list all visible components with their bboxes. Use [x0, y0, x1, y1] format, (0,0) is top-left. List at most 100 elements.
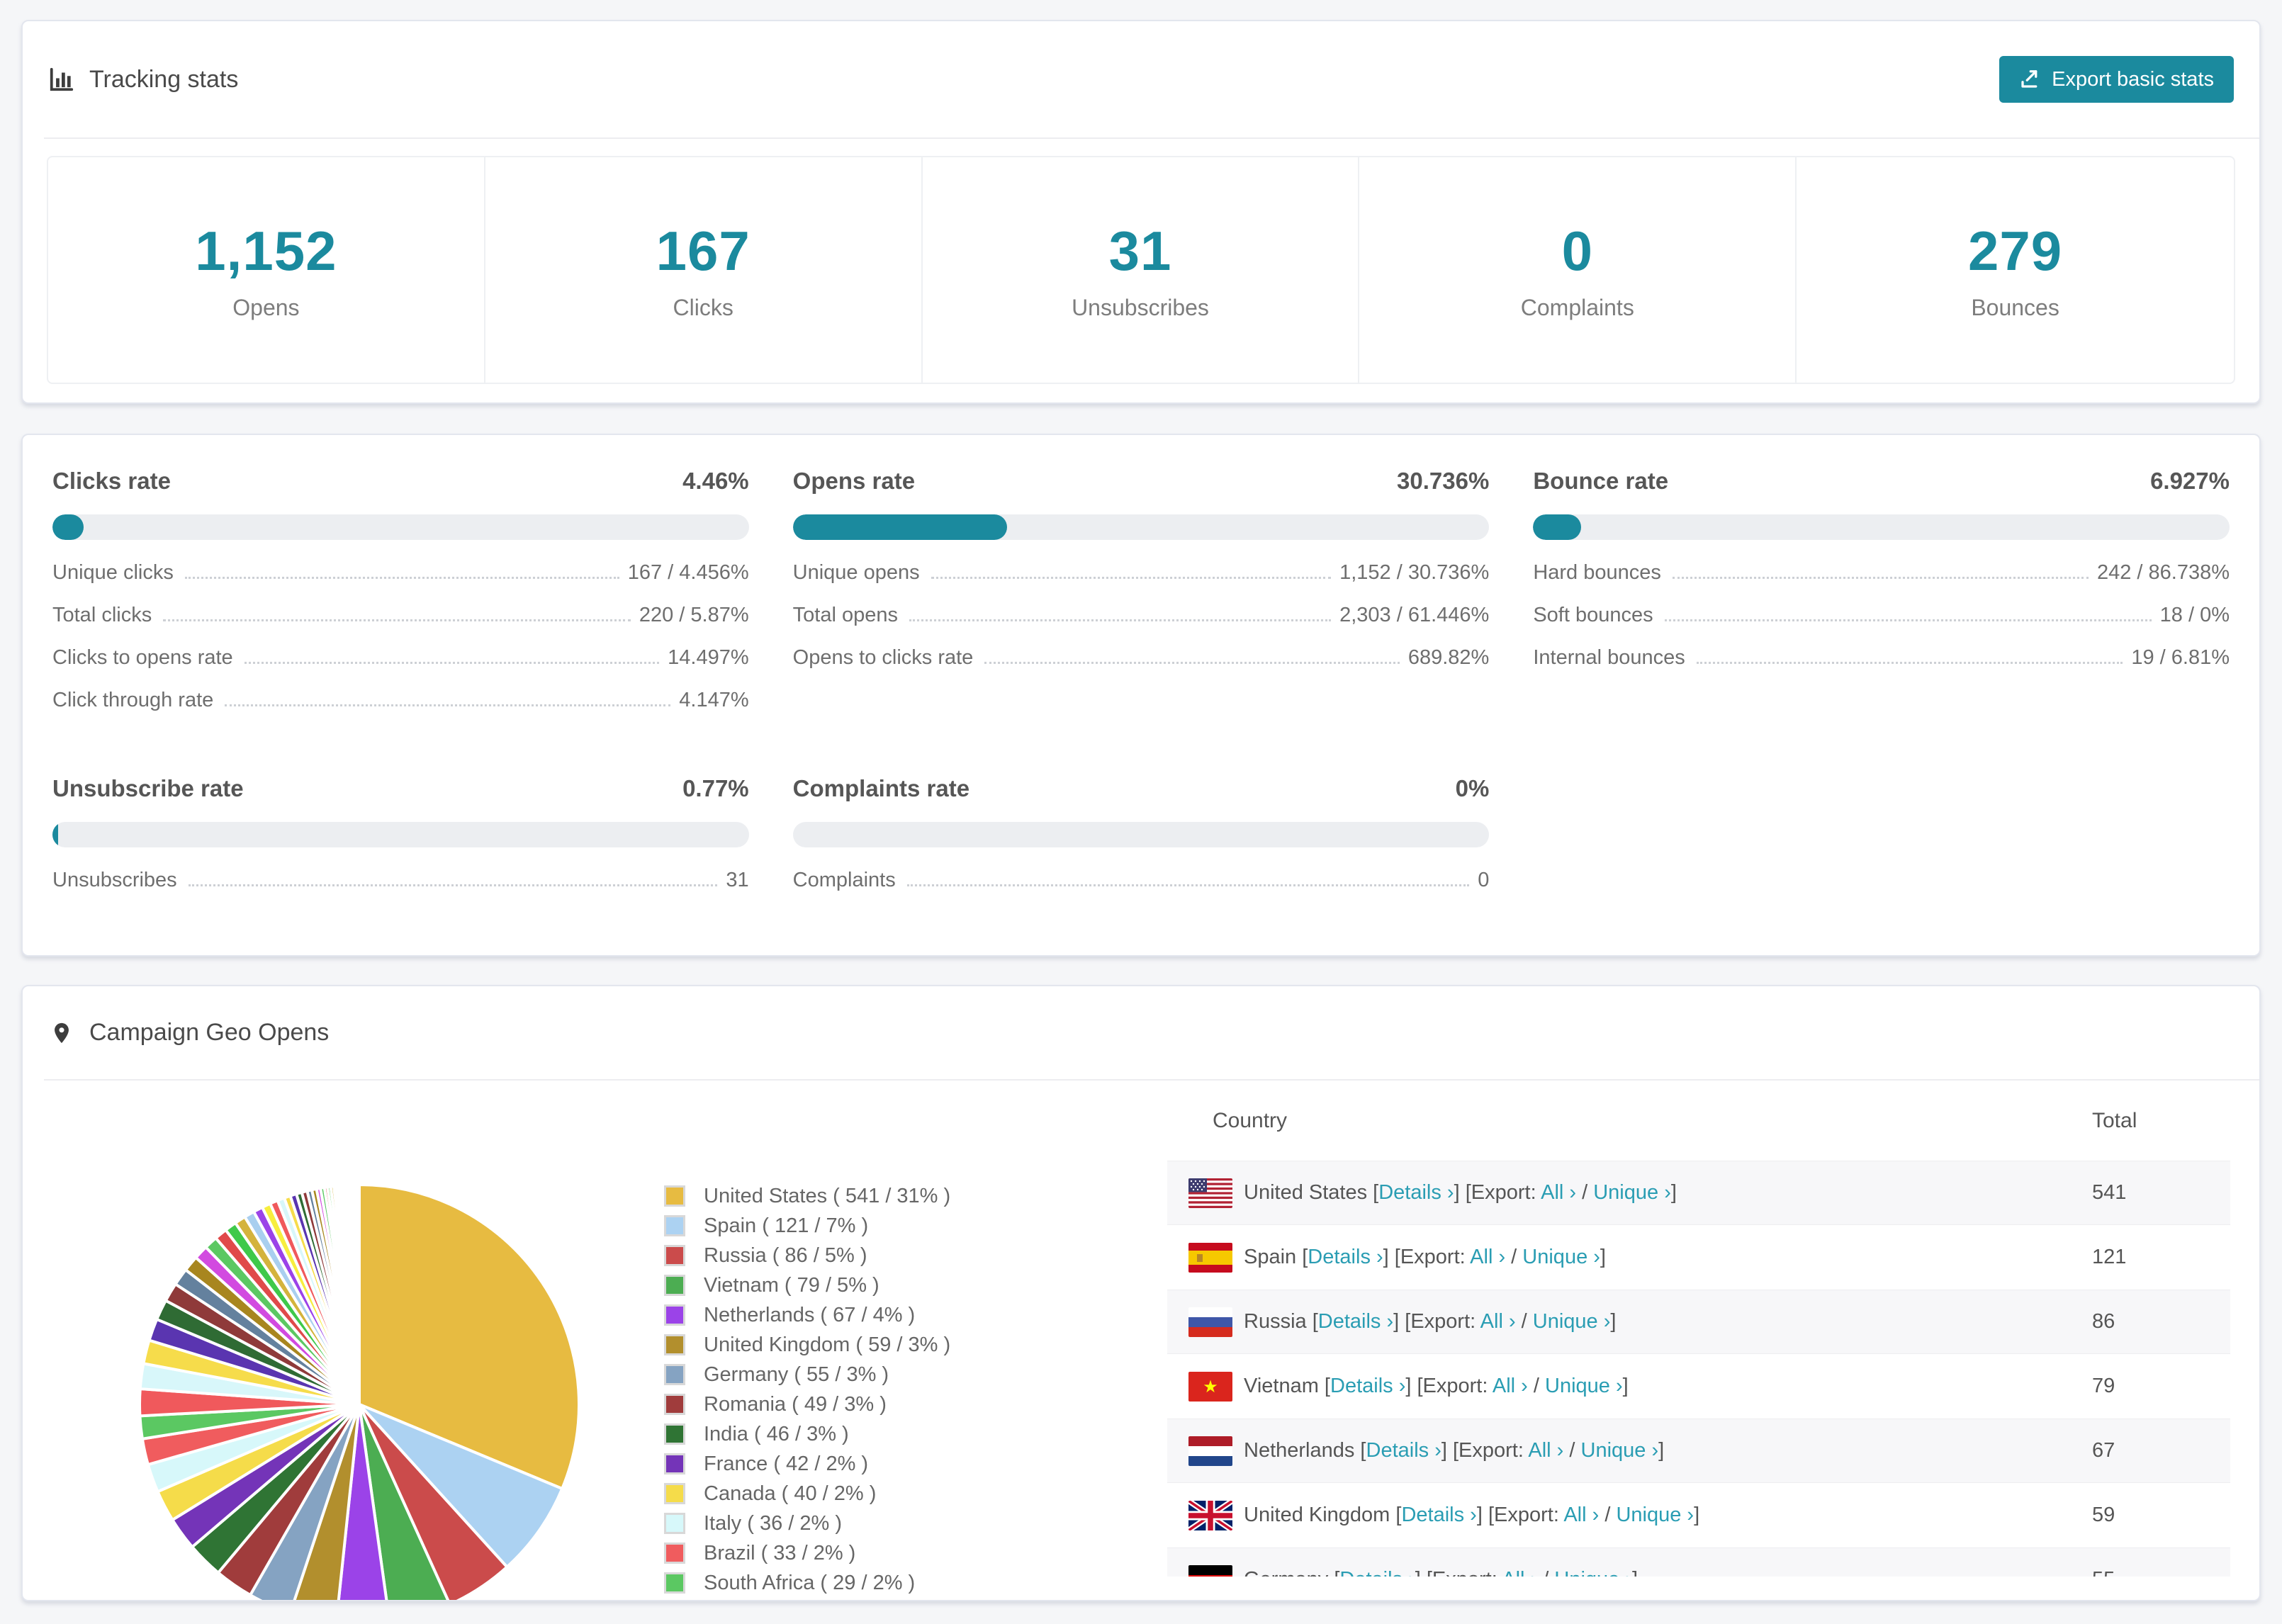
rate-value: 6.927% [2150, 468, 2230, 494]
export-all-link[interactable]: All › [1528, 1439, 1563, 1462]
export-all-link[interactable]: All › [1563, 1504, 1599, 1526]
dashboard-page: { "colors": { "accent": "#1b8a9e", "link… [0, 0, 2282, 1624]
country-total: 79 [2092, 1375, 2115, 1397]
rate-value: 0% [1455, 775, 1490, 801]
campaign-geo-opens-title: Campaign Geo Opens [89, 1019, 330, 1046]
export-all-link[interactable]: All › [1480, 1310, 1516, 1333]
geo-content: United States ( 541 / 31% ) Spain ( 121 /… [23, 1081, 2259, 1600]
country-name: Spain [1244, 1246, 1297, 1268]
legend-swatch [664, 1453, 685, 1474]
metric-value: 220 / 5.87% [639, 604, 749, 626]
legend-item-romania: Romania ( 49 / 3% ) [664, 1389, 950, 1419]
export-unique-link[interactable]: Unique › [1593, 1181, 1671, 1204]
dotted-leader [188, 884, 718, 886]
dotted-leader [1696, 662, 2123, 664]
metric-label: Soft bounces [1533, 604, 1653, 626]
total-column-header: Total [2092, 1108, 2137, 1132]
dotted-leader [184, 577, 619, 579]
metric-label: Total opens [792, 604, 898, 626]
rate-progress-fill [792, 514, 1007, 540]
legend-label: France ( 42 / 2% ) [704, 1452, 869, 1475]
ru-flag-icon [1188, 1307, 1232, 1337]
rate-title: Unsubscribe rate [52, 775, 244, 801]
export-unique-link[interactable]: Unique › [1533, 1310, 1611, 1333]
rate-title: Clicks rate [52, 468, 171, 494]
geo-table-row-united-kingdom: United Kingdom [Details ›] [Export: All … [1167, 1483, 2230, 1547]
legend-swatch [664, 1423, 685, 1445]
export-all-link[interactable]: All › [1493, 1375, 1528, 1397]
dotted-leader [984, 662, 1400, 664]
metric-value: 18 / 0% [2159, 604, 2230, 626]
metric-label: Internal bounces [1533, 646, 1685, 669]
pie-legend: United States ( 541 / 31% ) Spain ( 121 /… [664, 1181, 950, 1598]
legend-label: Brazil ( 33 / 2% ) [704, 1541, 856, 1564]
rate-title: Opens rate [792, 468, 916, 494]
metric-row: Opens to clicks rate 689.82% [793, 646, 1490, 689]
details-link[interactable]: Details › [1378, 1181, 1454, 1204]
export-label: Export: [1494, 1504, 1559, 1526]
geo-table-row-germany: Germany [Details ›] [Export: All › / Uni… [1167, 1547, 2230, 1577]
legend-item-united-kingdom: United Kingdom ( 59 / 3% ) [664, 1330, 950, 1360]
export-all-link[interactable]: All › [1541, 1181, 1576, 1204]
export-basic-stats-button[interactable]: Export basic stats [1999, 56, 2234, 103]
rate-value: 0.77% [682, 775, 749, 801]
country-name: United States [1244, 1181, 1368, 1204]
metric-label: Opens to clicks rate [792, 646, 974, 669]
rate-section-opens-rate: Opens rate 30.736% Unique opens 1,152 / 30.… [792, 468, 1490, 731]
legend-swatch [664, 1304, 685, 1326]
stat-value: 31 [1108, 220, 1172, 282]
export-unique-link[interactable]: Unique › [1545, 1375, 1623, 1397]
details-link[interactable]: Details › [1339, 1568, 1415, 1577]
stat-label: Complaints [1520, 295, 1634, 320]
details-link[interactable]: Details › [1330, 1375, 1405, 1397]
export-all-link[interactable]: All › [1502, 1568, 1537, 1577]
export-unique-link[interactable]: Unique › [1522, 1246, 1600, 1268]
export-unique-link[interactable]: Unique › [1616, 1504, 1694, 1526]
metric-value: 31 [726, 869, 749, 891]
legend-swatch [664, 1394, 685, 1415]
export-unique-link[interactable]: Unique › [1554, 1568, 1632, 1577]
rates-card: Clicks rate 4.46% Unique clicks 167 / 4.456… [21, 434, 2261, 957]
gb-flag-icon [1188, 1500, 1232, 1530]
rate-progress-bar [52, 514, 749, 540]
rate-progress-bar [792, 514, 1490, 540]
legend-swatch [664, 1572, 685, 1594]
nl-flag-icon [1188, 1436, 1232, 1466]
legend-swatch [664, 1364, 685, 1385]
geo-opens-table: Country Total United States [Details ›] … [1167, 1081, 2230, 1577]
metric-label: Complaints [792, 869, 896, 891]
dotted-leader [1672, 577, 2089, 579]
export-label: Export: [1410, 1310, 1476, 1333]
header-divider [44, 137, 2259, 139]
metric-row: Complaints 0 [793, 869, 1490, 911]
dotted-leader [909, 619, 1332, 621]
metric-row: Unique clicks 167 / 4.456% [52, 561, 749, 604]
legend-item-vietnam: Vietnam ( 79 / 5% ) [664, 1270, 950, 1300]
de-flag-icon [1188, 1564, 1232, 1577]
export-all-link[interactable]: All › [1470, 1246, 1505, 1268]
summary-stats-row: 1,152 Opens 167 Clicks 31 Unsubscribes 0 Compla… [47, 156, 2235, 384]
dotted-leader [931, 577, 1332, 579]
country-total: 86 [2092, 1310, 2115, 1333]
es-flag-icon [1188, 1242, 1232, 1273]
legend-label: Romania ( 49 / 3% ) [704, 1392, 887, 1416]
dotted-leader [1664, 619, 2152, 621]
details-link[interactable]: Details › [1401, 1504, 1476, 1526]
legend-item-india: India ( 46 / 3% ) [664, 1419, 950, 1449]
export-unique-link[interactable]: Unique › [1581, 1439, 1659, 1462]
details-link[interactable]: Details › [1366, 1439, 1441, 1462]
export-label: Export: [1471, 1181, 1536, 1204]
stat-label: Bounces [1971, 295, 2059, 320]
country-name: United Kingdom [1244, 1504, 1390, 1526]
campaign-geo-opens-header: Campaign Geo Opens [23, 986, 2259, 1079]
country-column-header: Country [1213, 1108, 1288, 1132]
tracking-stats-header: Tracking stats Export basic stats [23, 21, 2259, 137]
metric-value: 4.147% [679, 689, 749, 711]
tracking-stats-card: Tracking stats Export basic stats 1,152 O… [21, 20, 2261, 404]
details-link[interactable]: Details › [1318, 1310, 1393, 1333]
rate-section-clicks-rate: Clicks rate 4.46% Unique clicks 167 / 4.456… [52, 468, 749, 731]
legend-item-south-africa: South Africa ( 29 / 2% ) [664, 1568, 950, 1598]
details-link[interactable]: Details › [1308, 1246, 1383, 1268]
metric-value: 242 / 86.738% [2096, 561, 2230, 584]
campaign-geo-opens-card: Campaign Geo Opens United States ( 541 /… [21, 985, 2261, 1601]
